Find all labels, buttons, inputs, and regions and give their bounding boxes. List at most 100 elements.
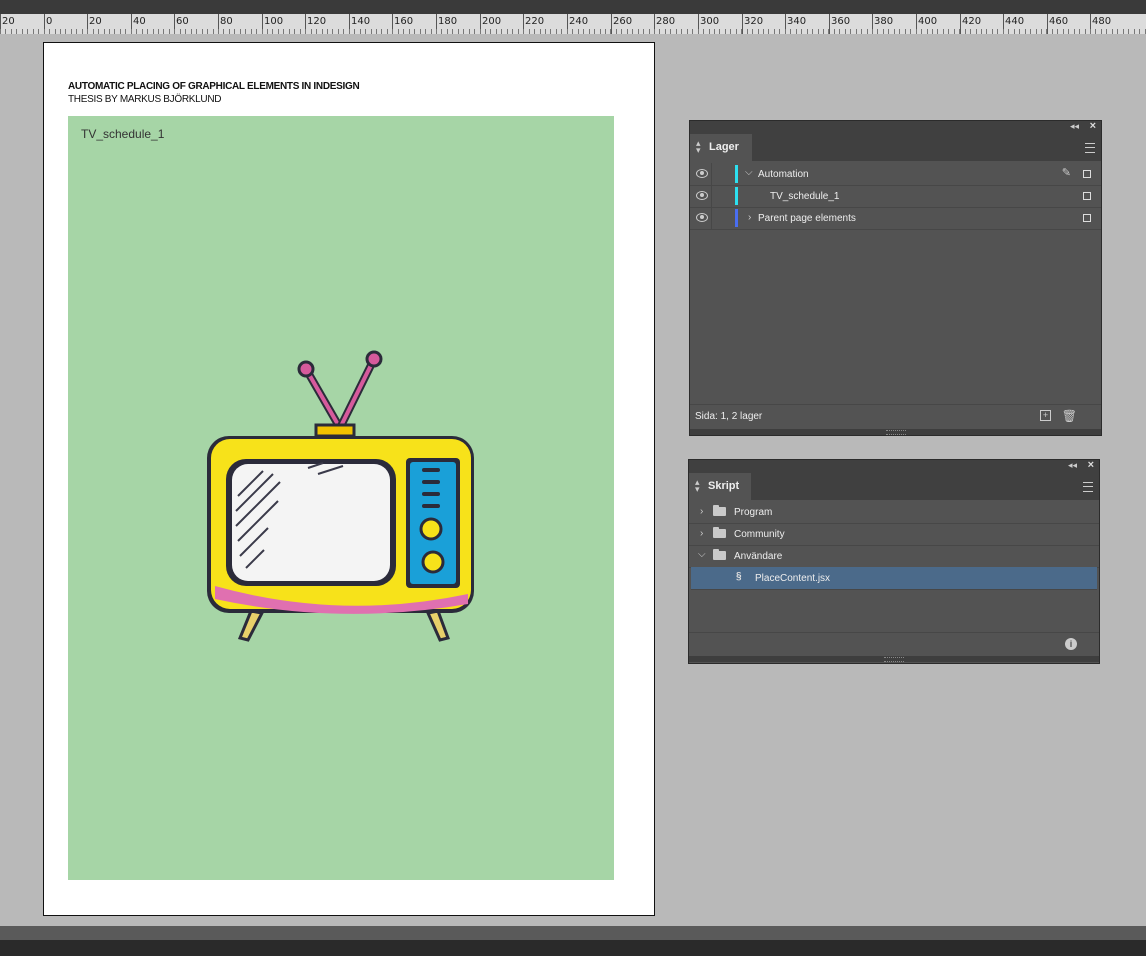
ruler-minor-tick <box>11 29 12 34</box>
ruler-minor-tick <box>665 29 666 34</box>
ruler-minor-tick <box>818 29 819 34</box>
script-folder-anvandare[interactable]: ⌵ Användare <box>689 545 1099 568</box>
ruler-minor-tick <box>1074 29 1075 34</box>
ruler-minor-tick <box>98 29 99 34</box>
selection-square[interactable] <box>1083 170 1091 178</box>
tab-arrows-icon: ▴ ▾ <box>696 138 701 155</box>
ruler-minor-tick <box>643 29 644 34</box>
script-item-placecontent[interactable]: § PlaceContent.jsx <box>691 567 1097 590</box>
trash-icon[interactable]: 🗑 <box>1062 409 1077 423</box>
horizontal-ruler[interactable]: 20 0 20 40 60 80 100 120 140 160 180 200 220 240 260 28… <box>0 0 1146 34</box>
ruler-minor-tick <box>55 29 56 34</box>
lock-column[interactable] <box>711 185 712 207</box>
ruler-minor-tick <box>736 29 737 34</box>
eye-icon[interactable] <box>696 213 708 222</box>
panel-titlebar[interactable]: ◂◂ × <box>690 120 1101 134</box>
eye-icon[interactable] <box>696 191 708 200</box>
ruler-minor-tick <box>1014 29 1015 34</box>
panel-titlebar[interactable]: ◂◂ × <box>689 459 1099 473</box>
chevron-right-icon[interactable]: › <box>700 528 703 539</box>
ruler-minor-tick <box>185 29 186 34</box>
layer-name: TV_schedule_1 <box>770 191 840 202</box>
resize-grip[interactable] <box>689 656 1099 662</box>
ruler-minor-tick <box>905 29 906 34</box>
ruler-minor-tick <box>87 29 88 34</box>
lock-column[interactable] <box>711 163 712 185</box>
ruler-minor-tick <box>1057 29 1058 34</box>
chevron-down-icon[interactable]: ⌵ <box>745 167 753 178</box>
ruler-minor-tick <box>992 29 993 34</box>
ruler-minor-tick <box>959 29 960 34</box>
ruler-minor-tick <box>169 29 170 34</box>
ruler-minor-tick <box>332 29 333 34</box>
chevron-down-icon[interactable]: ⌵ <box>698 549 706 560</box>
ruler-minor-tick <box>758 29 759 34</box>
panel-menu-icon[interactable] <box>1083 482 1093 492</box>
selection-square[interactable] <box>1083 214 1091 222</box>
eye-icon[interactable] <box>696 169 708 178</box>
ruler-label: 100 <box>264 16 284 27</box>
info-icon[interactable]: i <box>1065 638 1077 650</box>
ruler-minor-tick <box>796 29 797 34</box>
ruler-minor-tick <box>790 29 791 34</box>
tab-layers[interactable]: ▴ ▾ Lager <box>690 134 752 161</box>
script-folder-community[interactable]: › Community <box>689 523 1099 546</box>
ruler-minor-tick <box>436 29 437 34</box>
tv-schedule-frame[interactable]: TV_schedule_1 <box>68 116 614 880</box>
ruler-minor-tick <box>719 29 720 34</box>
ruler-minor-tick <box>153 29 154 34</box>
chevron-right-icon[interactable]: › <box>748 212 751 223</box>
selection-square[interactable] <box>1083 192 1091 200</box>
ruler-minor-tick <box>594 29 595 34</box>
ruler-minor-tick <box>1117 29 1118 34</box>
document-page[interactable]: AUTOMATIC PLACING OF GRAPHICAL ELEMENTS … <box>43 42 655 916</box>
ruler-minor-tick <box>1068 29 1069 34</box>
tab-scripts[interactable]: ▴ ▾ Skript <box>689 473 751 500</box>
status-bar <box>0 926 1146 940</box>
ruler-minor-tick <box>763 29 764 34</box>
ruler-minor-tick <box>512 29 513 34</box>
folder-name: Community <box>734 529 785 540</box>
ruler-minor-tick <box>927 29 928 34</box>
ruler-label: 280 <box>656 16 676 27</box>
lock-column[interactable] <box>711 207 712 229</box>
ruler-minor-tick <box>109 29 110 34</box>
ruler-minor-tick <box>578 29 579 34</box>
ruler-minor-tick <box>997 29 998 34</box>
collapse-icon[interactable]: ◂◂ <box>1068 460 1077 471</box>
ruler-minor-tick <box>294 29 295 34</box>
layer-name: Automation <box>758 169 809 180</box>
collapse-icon[interactable]: ◂◂ <box>1070 121 1079 132</box>
ruler-minor-tick <box>877 29 878 34</box>
panel-menu-icon[interactable] <box>1085 143 1095 153</box>
scripts-panel[interactable]: ◂◂ × ▴ ▾ Skript › Program › Community ⌵ A… <box>688 459 1100 664</box>
chevron-right-icon[interactable]: › <box>700 506 703 517</box>
ruler-minor-tick <box>627 29 628 34</box>
ruler-minor-tick <box>485 29 486 34</box>
resize-grip[interactable] <box>690 429 1101 435</box>
ruler-minor-tick <box>534 29 535 34</box>
ruler-minor-tick <box>452 29 453 34</box>
ruler-minor-tick <box>638 29 639 34</box>
close-icon[interactable]: × <box>1090 120 1096 132</box>
document-subtitle: THESIS BY MARKUS BJÖRKLUND <box>68 94 222 105</box>
layers-panel[interactable]: ◂◂ × ▴ ▾ Lager ⌵ Automation ✎ TV_schedule… <box>689 120 1102 436</box>
new-layer-icon[interactable]: + <box>1040 410 1051 421</box>
ruler-minor-tick <box>283 29 284 34</box>
layer-row-parent-page[interactable]: › Parent page elements <box>690 207 1101 230</box>
ruler-minor-tick <box>965 29 966 34</box>
layer-row-tv-schedule[interactable]: TV_schedule_1 <box>690 185 1101 208</box>
script-folder-program[interactable]: › Program <box>689 501 1099 524</box>
close-icon[interactable]: × <box>1088 459 1094 471</box>
ruler-minor-tick <box>861 29 862 34</box>
ruler-minor-tick <box>38 29 39 34</box>
ruler-minor-tick <box>136 29 137 34</box>
layer-row-automation[interactable]: ⌵ Automation ✎ <box>690 163 1101 186</box>
ruler-minor-tick <box>976 29 977 34</box>
ruler-minor-tick <box>262 29 263 34</box>
ruler-minor-tick <box>125 29 126 34</box>
tab-label: Skript <box>708 480 740 492</box>
ruler-minor-tick <box>44 29 45 34</box>
ruler-minor-tick <box>823 29 824 34</box>
ruler-minor-tick <box>1046 29 1047 34</box>
